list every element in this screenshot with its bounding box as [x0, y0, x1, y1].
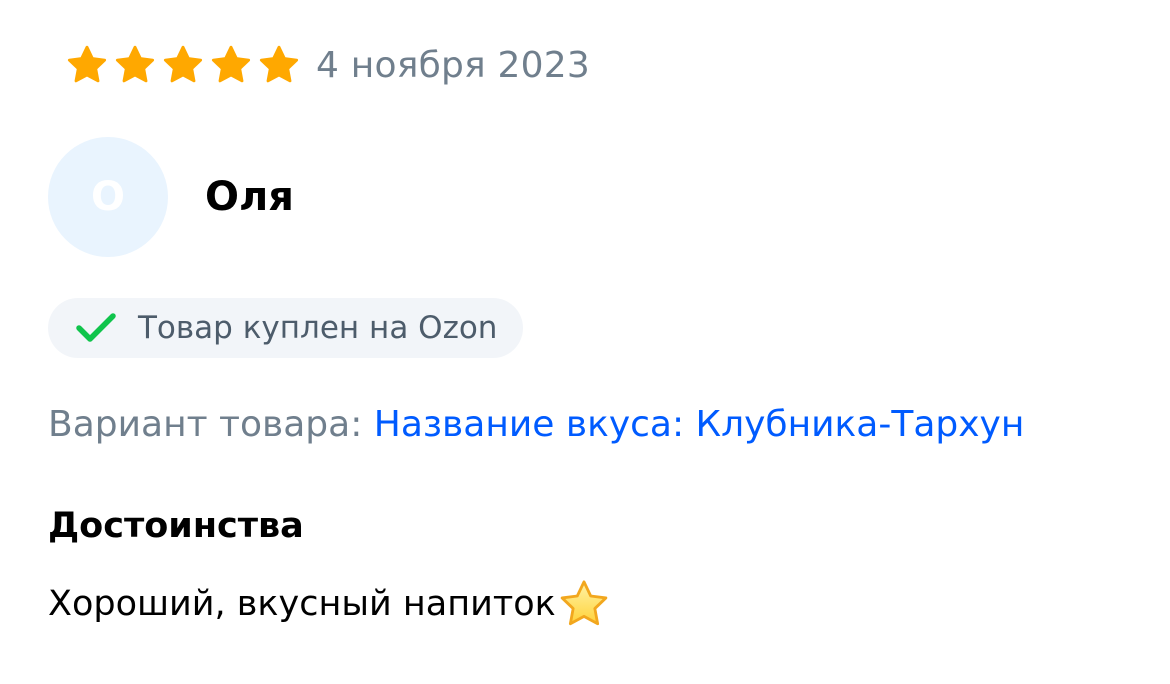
review-author: О Оля: [48, 137, 294, 257]
star-rating: [66, 44, 300, 86]
review-rating-row: 4 ноября 2023: [66, 42, 590, 88]
product-variant: Вариант товара: Название вкуса: Клубника…: [48, 404, 1024, 445]
star-emoji-icon: [558, 578, 610, 630]
star-icon: [66, 44, 108, 86]
variant-label: Вариант товара:: [48, 404, 374, 445]
star-icon: [162, 44, 204, 86]
pros-text: Хороший, вкусный напиток: [48, 584, 556, 624]
avatar-initial: О: [90, 174, 125, 220]
check-icon: [74, 310, 118, 346]
star-icon: [210, 44, 252, 86]
variant-value-link[interactable]: Название вкуса: Клубника-Тархун: [374, 404, 1025, 445]
verified-purchase-text: Товар куплен на Ozon: [138, 310, 498, 346]
pros-text-row: Хороший, вкусный напиток: [48, 578, 610, 630]
review-date: 4 ноября 2023: [316, 44, 590, 86]
star-icon: [258, 44, 300, 86]
star-icon: [114, 44, 156, 86]
author-name: Оля: [205, 174, 294, 220]
pros-title: Достоинства: [48, 506, 304, 546]
verified-purchase-badge: Товар куплен на Ozon: [48, 298, 524, 358]
avatar[interactable]: О: [48, 137, 168, 257]
